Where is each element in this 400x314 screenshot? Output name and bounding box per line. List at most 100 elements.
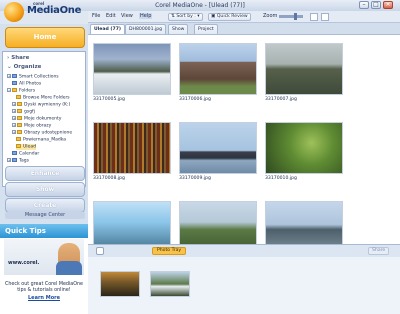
tree-item-moje-obrazy[interactable]: + Moje obrazy: [12, 123, 51, 129]
tree-item-label: Ulead: [23, 144, 36, 150]
share-label: Share: [11, 55, 30, 61]
collection-icon: [12, 74, 17, 78]
tree-item-browse-more[interactable]: Browse More Folders: [16, 95, 70, 101]
tray-thumbnail[interactable]: [100, 271, 140, 297]
photo-tray-header: Photo Tray Share: [88, 245, 400, 257]
tabs-bar: Ulead (77) DH800001.jpg Show Project: [88, 23, 400, 35]
organize-label: Organize: [13, 64, 42, 70]
quick-review-button[interactable]: ▣ Quick Review: [208, 13, 251, 21]
folder-icon: [17, 102, 22, 106]
tree-item-label: Obrazy udostępnione: [24, 130, 73, 136]
folder-icon: [12, 88, 17, 92]
thumbnail-caption: 33170010.jpg: [265, 176, 297, 181]
tray-menu-icon[interactable]: [96, 247, 104, 255]
menu-file[interactable]: File: [92, 13, 100, 19]
thumbnail-castle[interactable]: [179, 43, 257, 95]
tree-item-gsgfj[interactable]: + gsgfj: [12, 109, 35, 115]
app-logo: corel MediaOne: [2, 0, 88, 24]
tab-dh800001[interactable]: DH800001.jpg: [125, 24, 167, 34]
thumbnail-hills[interactable]: [179, 201, 257, 244]
tree-item-all-photos[interactable]: All Photos: [12, 81, 41, 87]
menu-edit[interactable]: Edit: [106, 13, 116, 19]
tree-item-label: Calendar: [19, 151, 40, 157]
tree-item-folders[interactable]: − Folders: [7, 88, 35, 94]
sort-label: Sort by :: [176, 14, 196, 19]
tree-item-label: All Photos: [19, 81, 42, 87]
review-label: Quick Review: [216, 14, 248, 19]
tree-item-powiernana[interactable]: Powiernana_Madka: [16, 137, 66, 143]
minimize-button[interactable]: –: [359, 1, 369, 9]
thumbnail-waterfall[interactable]: [93, 43, 171, 95]
collapse-icon: −: [7, 88, 11, 92]
tree-item-obrazy-udostepnione[interactable]: + Obrazy udostępnione: [12, 130, 72, 136]
home-button[interactable]: Home: [5, 27, 85, 48]
chevron-right-icon: ›: [7, 55, 10, 61]
menu-view[interactable]: View: [121, 13, 133, 19]
tree-item-label: Folders: [19, 88, 36, 94]
zoom-slider-track[interactable]: [279, 15, 303, 18]
share-section[interactable]: › Share: [7, 55, 29, 61]
thumbnail-caption: 33170006.jpg: [179, 97, 211, 102]
folder-icon: [17, 130, 22, 134]
thumbnail-ruins[interactable]: [265, 43, 343, 95]
expand-icon: +: [12, 123, 16, 127]
learn-more-link[interactable]: Learn More: [0, 295, 88, 301]
close-button[interactable]: ×: [383, 1, 393, 9]
tab-ulead[interactable]: Ulead (77): [90, 24, 125, 34]
thumbnail-glacier[interactable]: [93, 201, 171, 244]
folder-icon: [16, 95, 21, 99]
create-button[interactable]: Create: [5, 198, 85, 213]
tree-item-label: gsgfj: [24, 109, 35, 115]
folder-icon: [16, 137, 21, 141]
thumbnail-grid: 33170005.jpg 33170006.jpg 33170007.jpg 3…: [88, 35, 400, 244]
folder-icon: [17, 109, 22, 113]
tab-show[interactable]: Show: [168, 24, 189, 34]
enhance-button[interactable]: Enhance: [5, 166, 85, 181]
view-toggle-icon[interactable]: [310, 13, 318, 21]
photos-icon: [12, 81, 17, 85]
expand-icon: +: [7, 74, 11, 78]
tree-item-label: Dyski wymienny (K:): [24, 102, 71, 108]
zoom-slider-thumb[interactable]: [294, 13, 297, 20]
menu-bar: File Edit View Help ⇅ Sort by : ▾ ▣ Quic…: [88, 11, 400, 23]
photo-tray-tab[interactable]: Photo Tray: [152, 247, 187, 255]
expand-icon: +: [12, 109, 16, 113]
logo-name: MediaOne: [27, 5, 82, 16]
tree-item-calendar[interactable]: Calendar: [12, 151, 39, 157]
logo-mark-icon: [4, 2, 24, 22]
list-view-icon[interactable]: [321, 13, 329, 21]
show-button[interactable]: Show: [5, 182, 85, 197]
chevron-down-icon: ▾: [195, 14, 200, 19]
calendar-icon: [12, 151, 17, 155]
photo-tray: Photo Tray Share: [88, 244, 400, 314]
thumbnail-forest[interactable]: [265, 122, 343, 174]
tag-icon: [12, 158, 17, 162]
folder-icon: [16, 144, 21, 148]
menu-help[interactable]: Help: [139, 13, 153, 19]
thumbnail-caption: 33170008.jpg: [93, 176, 125, 181]
message-center[interactable]: Message Center: [5, 212, 85, 219]
tree-item-tags[interactable]: + Tags: [7, 158, 29, 164]
quick-tips-text: Check out great Corel MediaOne tips & tu…: [4, 282, 83, 293]
tree-item-label: Moje obrazy: [24, 123, 52, 129]
thumbnail-library[interactable]: [93, 122, 171, 174]
organize-section[interactable]: ⌄ Organize: [7, 64, 41, 70]
expand-icon: +: [12, 130, 16, 134]
tab-project[interactable]: Project: [194, 24, 218, 34]
folder-icon: [17, 116, 22, 120]
maximize-button[interactable]: □: [371, 1, 381, 9]
tree-item-label: Browse More Folders: [23, 95, 70, 101]
quick-tips-image: www.corel.: [4, 239, 84, 275]
tree-item-moje-dokumenty[interactable]: + Moje dokumenty: [12, 116, 61, 122]
tree-item-smart-collections[interactable]: + Smart Collections: [7, 74, 59, 80]
thumbnail-ship[interactable]: [179, 122, 257, 174]
expand-icon: +: [12, 102, 16, 106]
expand-icon: +: [7, 158, 11, 162]
tree-item-dyski[interactable]: + Dyski wymienny (K:): [12, 102, 70, 108]
share-button[interactable]: Share: [368, 247, 390, 255]
expand-icon: +: [12, 116, 16, 120]
sort-by-dropdown[interactable]: ⇅ Sort by : ▾: [168, 13, 203, 21]
thumbnail-harbor[interactable]: [265, 201, 343, 244]
tree-item-ulead[interactable]: Ulead: [16, 144, 36, 150]
tray-thumbnail[interactable]: [150, 271, 190, 297]
